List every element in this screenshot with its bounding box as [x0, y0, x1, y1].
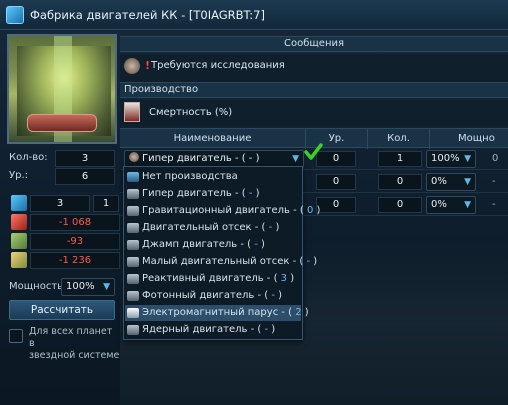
chevron-down-icon: ▼: [292, 154, 299, 164]
engine-icon: [129, 152, 139, 162]
resource-crystal-value: -1 236: [30, 252, 120, 269]
factory-icon: [6, 6, 24, 24]
row-qty[interactable]: 0: [378, 197, 422, 213]
resource-crystal-row: -1 236: [11, 252, 121, 269]
option-small-engine-bay[interactable]: Малый двигательный отсек - ( - ): [125, 254, 317, 270]
resource-energy-row: -1 068: [11, 214, 121, 231]
engine-dropdown-list: Нет производства Гипер двигатель - ( - )…: [123, 166, 320, 340]
engine-icon: [127, 189, 139, 199]
row-qty[interactable]: 1: [378, 151, 422, 167]
factory-window: Фабрика двигателей КК - [T0IAGRBT:7] Кол…: [0, 0, 508, 405]
engine-icon: [127, 274, 139, 284]
factory-preview-image: [7, 34, 117, 144]
engine-icon: [127, 291, 139, 301]
power-label: Мощность:: [9, 281, 67, 292]
chevron-down-icon: ▼: [464, 154, 471, 164]
metal-icon: [11, 233, 27, 249]
engine-select-value: Гипер двигатель - ( - ): [142, 153, 260, 164]
all-planets-checkbox[interactable]: [9, 329, 23, 343]
left-panel: Кол-во: 3 Ур.: 6 3 1 -1 068 -93 -1 236 М…: [3, 32, 120, 402]
col-qty: Кол.: [368, 129, 430, 149]
option-nuclear-engine[interactable]: Ядерный двигатель - ( - ): [125, 322, 301, 338]
warning-icon: !: [145, 59, 151, 72]
mortality-row: Смертность (%): [120, 100, 508, 126]
resource-ships-row: 3 1: [11, 195, 121, 212]
engine-icon: [127, 257, 139, 267]
row-power-select[interactable]: 0% ▼: [426, 173, 476, 191]
calculate-button[interactable]: Рассчитать: [9, 300, 115, 320]
resource-ships-a: 3: [30, 195, 90, 212]
chevron-down-icon: ▼: [103, 282, 110, 292]
message-text: Требуются исследования: [151, 60, 285, 71]
engine-icon: [127, 240, 139, 250]
title-bar: Фабрика двигателей КК - [T0IAGRBT:7]: [0, 0, 508, 30]
list-icon: [127, 172, 139, 182]
option-none[interactable]: Нет производства: [125, 169, 301, 185]
row-level[interactable]: 0: [316, 197, 356, 213]
resource-energy-value: -1 068: [30, 214, 120, 231]
engine-icon: [127, 223, 139, 233]
level-value: 6: [55, 168, 115, 185]
research-icon: [124, 58, 140, 74]
option-jet-engine[interactable]: Реактивный двигатель - ( 3 ): [125, 271, 301, 287]
lightning-icon: [11, 214, 27, 230]
crystal-icon: [11, 252, 27, 268]
messages-header: Сообщения: [120, 36, 508, 52]
resource-metal-value: -93: [30, 233, 120, 250]
row-extra: -: [492, 176, 496, 187]
all-planets-label: Для всех планет в звездной системе: [29, 326, 120, 361]
checkmark-icon: [304, 143, 323, 160]
count-value: 3: [55, 150, 115, 167]
option-em-sail[interactable]: Электромагнитный парус - ( 2 ): [125, 305, 309, 321]
chevron-down-icon: ▼: [464, 177, 471, 187]
engine-icon: [127, 325, 139, 335]
col-power: Мощно: [458, 133, 495, 144]
sail-icon: [127, 308, 139, 318]
energy-ship-icon: [11, 195, 27, 211]
messages-body: ! Требуются исследования: [120, 54, 508, 82]
row-extra: 0: [492, 153, 499, 164]
option-photon-engine[interactable]: Фотонный двигатель - ( - ): [125, 288, 301, 304]
chevron-down-icon: ▼: [464, 200, 471, 210]
production-header: Производство: [120, 82, 508, 98]
level-label: Ур.:: [9, 170, 28, 181]
count-label: Кол-во:: [9, 152, 48, 163]
option-engine-bay[interactable]: Двигательный отсек - ( - ): [125, 220, 301, 236]
engine-icon: [127, 206, 139, 216]
row-power-select[interactable]: 100% ▼: [426, 150, 476, 168]
row-level[interactable]: 0: [316, 174, 356, 190]
option-jump-engine[interactable]: Джамп двигатель - ( - ): [125, 237, 301, 253]
row-extra: -: [492, 199, 496, 210]
row-qty[interactable]: 0: [378, 174, 422, 190]
mortality-icon: [124, 102, 140, 122]
mortality-label: Смертность (%): [149, 107, 233, 118]
option-gravity-engine[interactable]: Гравитационный двигатель - ( 0 ): [125, 203, 320, 219]
level-row: Ур.: 6: [9, 168, 119, 185]
resource-ships-b: 1: [93, 195, 119, 212]
option-hyper-engine[interactable]: Гипер двигатель - ( - ): [125, 186, 301, 202]
resource-metal-row: -93: [11, 233, 121, 250]
power-select-value: 100%: [66, 281, 95, 292]
col-name: Наименование: [120, 129, 306, 149]
row-power-select[interactable]: 0% ▼: [426, 196, 476, 214]
count-row: Кол-во: 3: [9, 150, 119, 167]
window-title: Фабрика двигателей КК - [T0IAGRBT:7]: [30, 8, 265, 22]
power-select[interactable]: 100% ▼: [61, 278, 115, 296]
